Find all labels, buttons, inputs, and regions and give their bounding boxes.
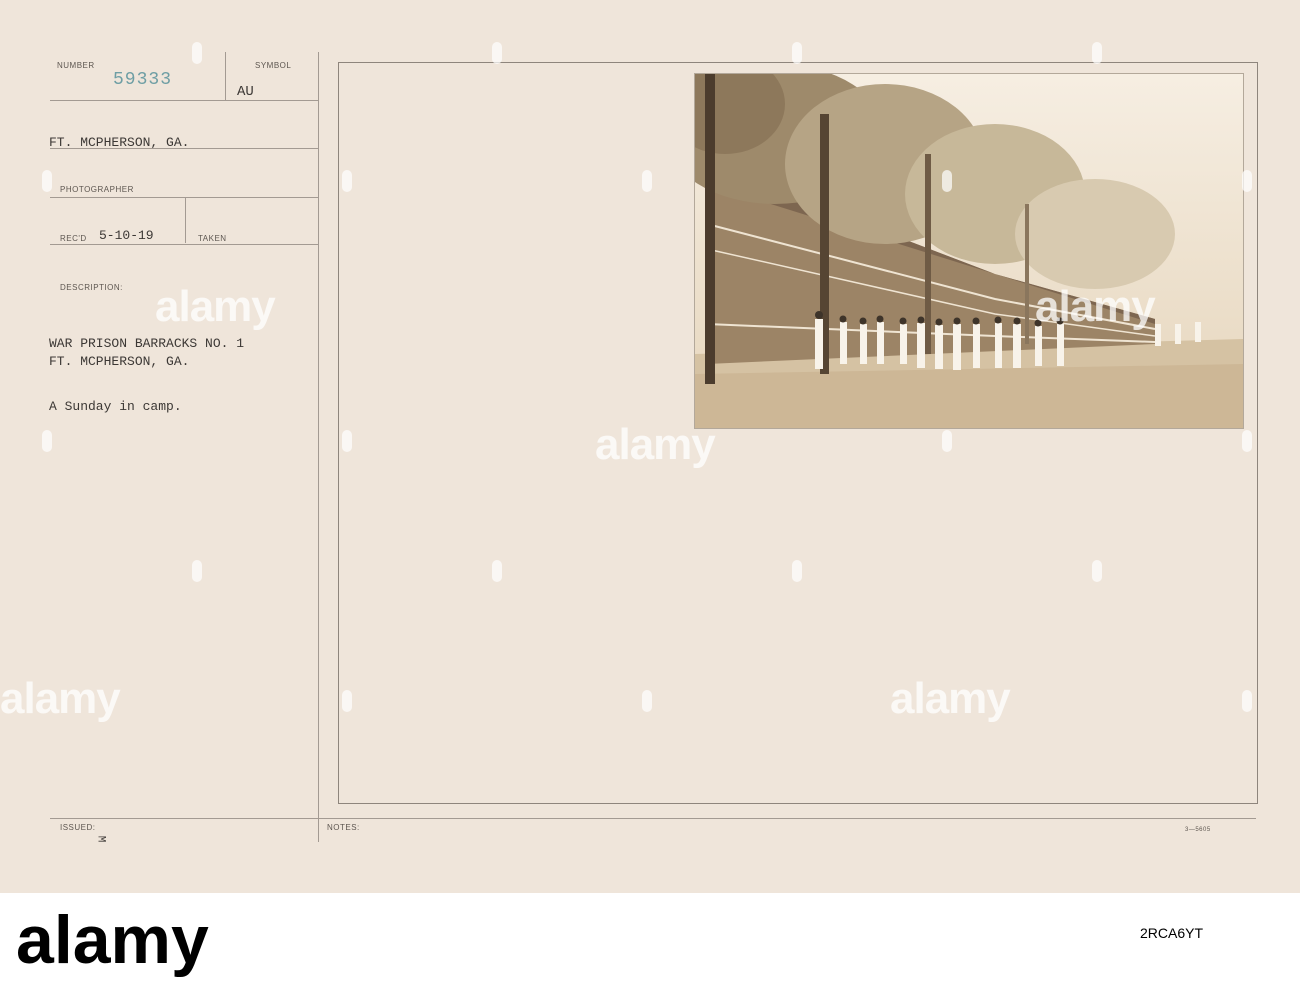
archive-card: NUMBER 59333 SYMBOL AU FT. MCPHERSON, GA… xyxy=(0,0,1300,893)
watermark-text: alamy xyxy=(595,420,716,469)
barracks-photograph xyxy=(694,73,1244,429)
taken-label: TAKEN xyxy=(198,234,227,243)
watermark-pin xyxy=(1092,42,1102,64)
number-label: NUMBER xyxy=(57,61,95,70)
recd-label: REC'D xyxy=(60,234,87,243)
divider xyxy=(50,148,318,149)
watermark-pin xyxy=(1092,560,1102,582)
watermark-pin xyxy=(942,430,952,452)
watermark-pin xyxy=(342,690,352,712)
watermark-pin xyxy=(492,560,502,582)
column-divider xyxy=(318,52,319,842)
symbol-label: SYMBOL xyxy=(255,61,292,70)
divider xyxy=(185,197,186,243)
watermark-text: alamy xyxy=(1035,282,1156,331)
recd-value: 5-10-19 xyxy=(99,228,154,243)
photographer-label: PHOTOGRAPHER xyxy=(60,185,134,194)
watermark-pin xyxy=(642,690,652,712)
issued-mark: M xyxy=(94,835,107,843)
watermark-pin xyxy=(492,42,502,64)
watermark-pin xyxy=(342,430,352,452)
stock-footer-graphic: alamy 2RCA6YT xyxy=(16,902,1203,978)
divider xyxy=(50,197,318,198)
stock-footer: alamy 2RCA6YT xyxy=(0,893,1300,982)
watermark-pin xyxy=(192,560,202,582)
symbol-value: AU xyxy=(237,84,254,100)
image-id: 2RCA6YT xyxy=(1140,925,1203,941)
watermark-text: alamy xyxy=(0,674,121,723)
watermark-pin xyxy=(1242,690,1252,712)
watermark-pin xyxy=(642,170,652,192)
watermark-pin xyxy=(42,430,52,452)
watermark-pin xyxy=(1242,170,1252,192)
watermark-pin xyxy=(192,42,202,64)
watermark-pin xyxy=(792,560,802,582)
notes-label: NOTES: xyxy=(327,823,360,832)
issued-label: ISSUED: xyxy=(60,823,96,832)
divider xyxy=(225,52,226,100)
divider xyxy=(50,244,318,245)
watermark-pin xyxy=(42,170,52,192)
watermark-pin xyxy=(792,42,802,64)
number-value: 59333 xyxy=(113,70,173,90)
description-line: FT. MCPHERSON, GA. xyxy=(49,354,190,369)
watermark-text: alamy xyxy=(155,282,276,331)
barracks-scene xyxy=(695,74,1243,428)
watermark-pin xyxy=(942,170,952,192)
watermark-text: alamy xyxy=(890,674,1011,723)
description-line: A Sunday in camp. xyxy=(49,399,182,414)
watermark-pin xyxy=(342,170,352,192)
divider xyxy=(50,100,318,101)
description-label: DESCRIPTION: xyxy=(60,283,123,292)
divider xyxy=(50,818,318,819)
alamy-logo: alamy xyxy=(16,902,209,978)
form-code: 3—5605 xyxy=(1185,827,1211,833)
divider xyxy=(318,818,1256,819)
description-line: WAR PRISON BARRACKS NO. 1 xyxy=(49,336,245,351)
watermark-pin xyxy=(1242,430,1252,452)
